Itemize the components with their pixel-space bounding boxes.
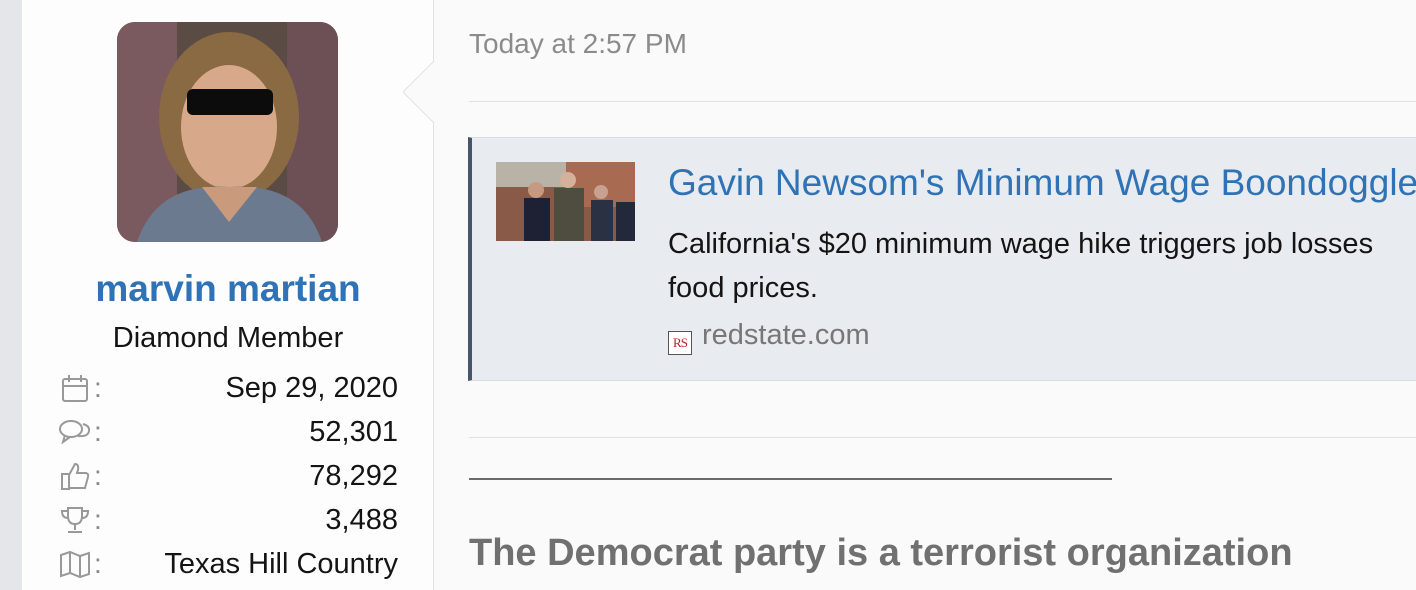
stat-location: : Texas Hill Country [58, 544, 398, 588]
stat-value[interactable]: Texas Hill Country [164, 548, 398, 581]
thumbs-up-icon [61, 462, 90, 490]
signature-rule [469, 478, 1112, 480]
post-timestamp[interactable]: Today at 2:57 PM [469, 28, 687, 60]
stat-reactions: : 78,292 [58, 456, 398, 500]
link-preview-embed[interactable]: Gavin Newsom's Minimum Wage Boondoggle C… [468, 137, 1416, 381]
message-content: Today at 2:57 PM Gavin Newsom's Minimum … [434, 0, 1416, 590]
calendar-icon [62, 375, 88, 402]
signature-divider [469, 437, 1416, 438]
stat-points: : 3,488 [58, 500, 398, 544]
user-info-panel: marvin martian Diamond Member : Sep 29, … [22, 0, 434, 590]
stat-value: 3,488 [325, 504, 398, 536]
stat-messages: : 52,301 [58, 412, 398, 456]
divider [469, 101, 1416, 102]
stat-joined: : Sep 29, 2020 [58, 368, 398, 412]
site-favicon-icon: RS [668, 331, 692, 355]
user-title: Diamond Member [112, 322, 344, 354]
stat-value: 78,292 [309, 460, 398, 492]
map-icon [60, 550, 90, 579]
stat-value[interactable]: 52,301 [309, 416, 398, 449]
avatar[interactable] [117, 22, 338, 242]
messages-icon [59, 420, 91, 445]
user-signature: The Democrat party is a terrorist organi… [469, 532, 1293, 574]
username-link[interactable]: marvin martian [22, 268, 434, 310]
user-stats: : Sep 29, 2020 : 52,301 : 78,292: 3,488… [58, 368, 398, 588]
link-description: California's $20 minimum wage hike trigg… [668, 228, 1374, 304]
source-domain: redstate.com [702, 319, 870, 351]
stat-value: Sep 29, 2020 [225, 372, 398, 404]
link-thumbnail[interactable] [496, 162, 635, 241]
link-title[interactable]: Gavin Newsom's Minimum Wage Boondoggle [668, 162, 1416, 204]
trophy-icon [60, 507, 90, 533]
link-source[interactable]: RS redstate.com [668, 319, 870, 355]
